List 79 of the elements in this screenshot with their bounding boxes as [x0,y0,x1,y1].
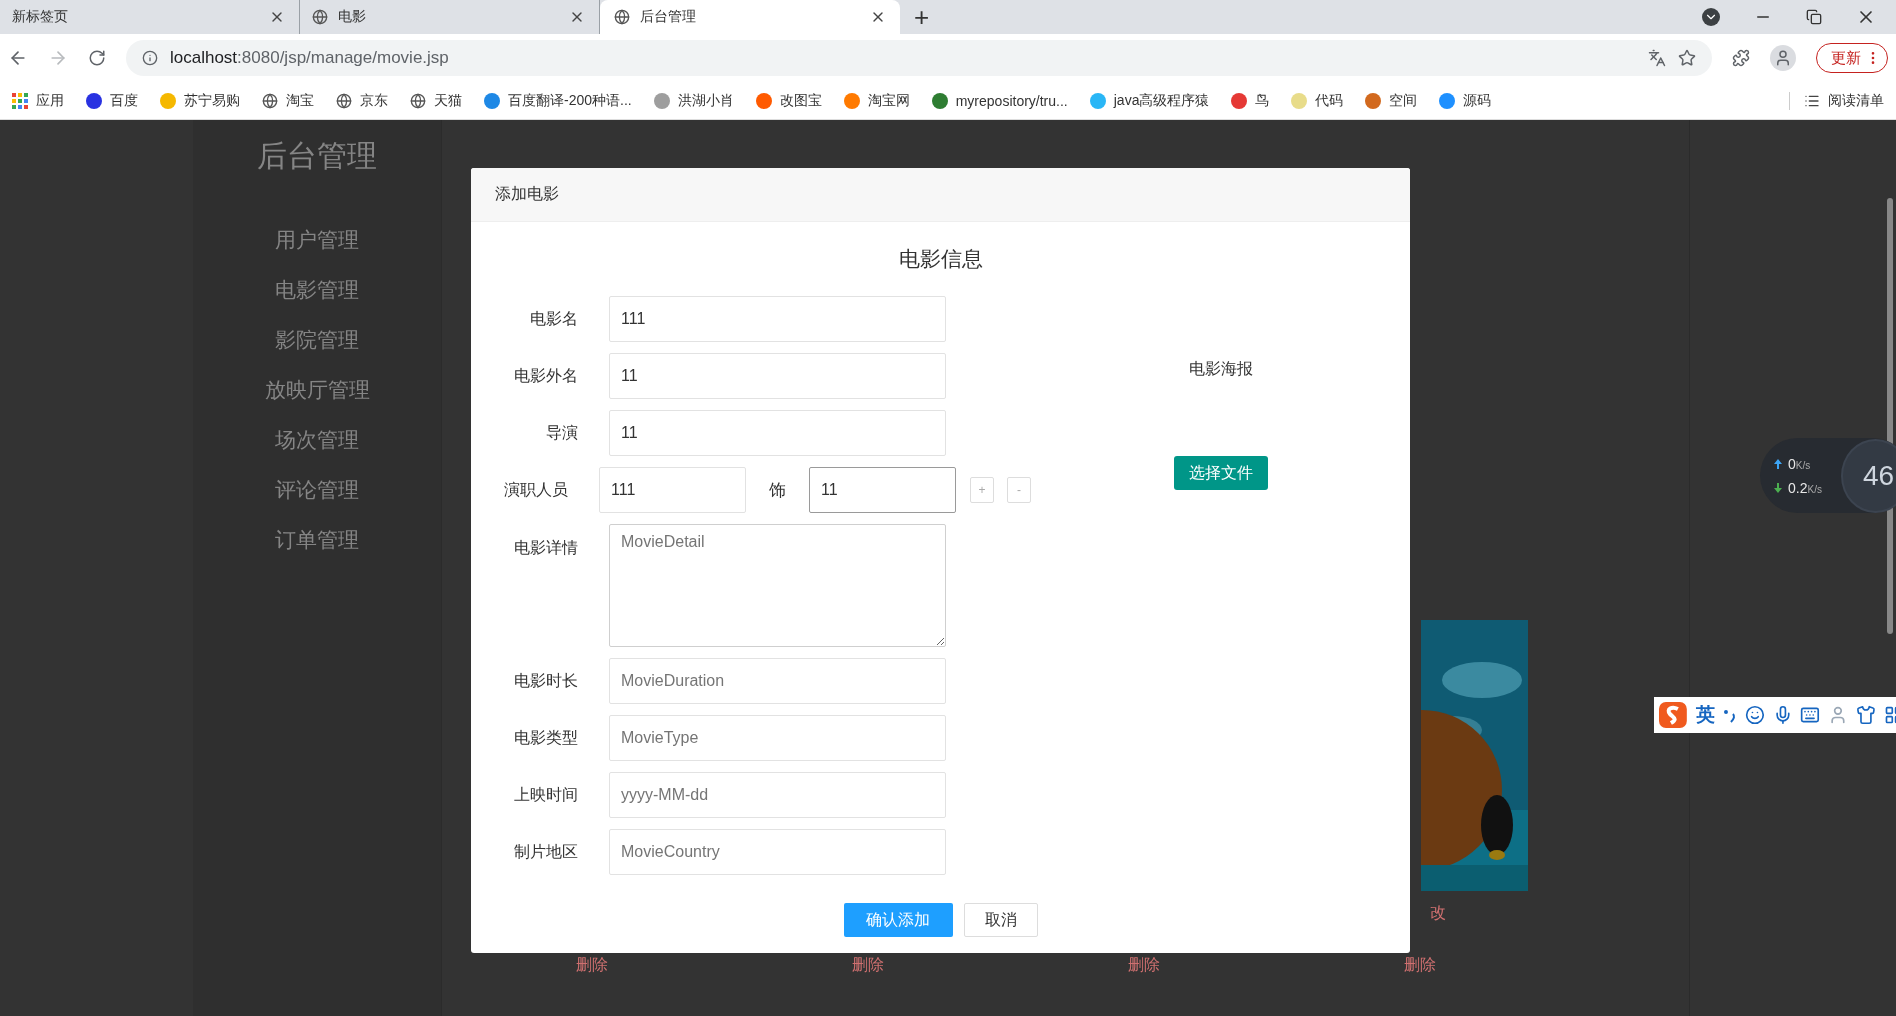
section-title: 电影信息 [897,246,984,272]
field-label: 电影时长 [513,670,578,691]
bookmark-link[interactable]: 苏宁易购 [184,91,240,110]
ime-logo-icon [1658,701,1688,729]
field-label: 电影类型 [513,727,578,748]
address-bar[interactable]: localhost:8080/jsp/manage/movie.jsp [126,40,1712,76]
cancel-button[interactable]: 取消 [963,903,1038,937]
reload-icon[interactable] [88,49,106,67]
download-arrow-icon [1774,482,1782,493]
edit-link[interactable]: 改 [1430,891,1446,935]
input-field[interactable]: MovieType [609,715,946,761]
field-label: 制片地区 [513,841,578,862]
avatar-icon[interactable] [1770,45,1796,71]
sidebar-item[interactable]: 影院管理 [275,315,359,365]
role-label: 饰 [769,479,786,502]
input-field[interactable]: 11 [609,353,946,399]
bookmark-link[interactable]: 源码 [1463,91,1492,110]
bookmark-link[interactable]: 百度 [110,91,138,110]
sidebar-item[interactable]: 电影管理 [275,265,359,315]
globe-icon [410,92,426,109]
delete-link[interactable]: 删除 [1404,945,1436,985]
info-icon[interactable] [142,50,158,66]
ime-mode[interactable]: 英 [1695,702,1715,728]
bookmark-link[interactable]: 代码 [1315,91,1344,110]
bookmark-link[interactable]: 淘宝 [286,91,314,110]
bookmark-link[interactable]: myrepository/tru... [955,92,1068,109]
input-field[interactable]: MovieCountry [609,829,946,875]
upload-speed: 0K/s [1788,455,1811,472]
bookmark-link[interactable]: 百度翻译-200种语... [508,91,632,110]
input-field[interactable]: yyyy-MM-dd [609,772,946,818]
shirt-icon[interactable] [1856,705,1877,725]
input-field[interactable]: 11 [809,467,956,513]
bookmark-link[interactable]: 淘宝网 [867,91,910,110]
field-label: 电影名 [529,308,578,329]
field-label: 导演 [545,422,578,443]
field-label: 上映时间 [513,784,578,805]
address-text: localhost:8080/jsp/manage/movie.jsp [170,48,450,68]
bookmark-link[interactable]: java高级程序猿 [1113,91,1210,110]
tab-search-icon[interactable] [1702,8,1720,26]
sidebar-item[interactable]: 放映厅管理 [264,365,370,415]
sidebar-item[interactable]: 场次管理 [275,415,359,465]
bookmark-link[interactable]: 天猫 [434,91,462,110]
field-label: 演职人员 [503,479,568,500]
sidebar-item[interactable]: 评论管理 [275,465,359,515]
extensions-icon[interactable] [1732,49,1750,67]
star-icon[interactable] [1678,49,1696,67]
input-field[interactable]: MovieDuration [609,658,946,704]
upload-arrow-icon [1774,458,1782,469]
update-button[interactable]: 更新 [1816,43,1888,73]
keyboard-icon[interactable] [1800,705,1821,725]
bookmark-link[interactable]: 洪湖小肖 [677,91,734,110]
globe-icon [336,92,352,109]
field-label: 电影详情 [513,538,578,558]
emoji-icon[interactable] [1744,705,1765,725]
restore-icon[interactable] [1806,9,1822,25]
text-area[interactable]: MovieDetail [609,524,946,647]
dialog-title: 添加电影 [471,168,1410,222]
bookmark-link[interactable]: 改图宝 [779,91,822,110]
input-field[interactable]: 111 [609,296,946,342]
sidebar-item[interactable]: 用户管理 [275,215,359,265]
translate-icon[interactable] [1648,49,1666,67]
poster-label: 电影海报 [1188,359,1253,379]
choose-file-button[interactable]: 选择文件 [1173,456,1268,490]
bookmark-link[interactable]: 京东 [360,91,388,110]
download-speed: 0.2K/s [1788,479,1822,496]
field-label: 电影外名 [513,365,578,386]
apps-icon [12,92,28,109]
browser-tab[interactable]: 后台管理 [600,0,900,34]
bookmark-link[interactable]: 鸟 [1255,91,1270,110]
input-field[interactable]: 11 [609,410,946,456]
new-tab-button[interactable]: + [914,0,930,34]
bookmark-link[interactable]: 空间 [1389,91,1418,110]
reading-list-link[interactable]: 阅读清单 [1828,91,1884,110]
load-reading: 46 [1861,459,1895,492]
sidebar-title: 后台管理 [257,138,377,174]
input-field[interactable]: 111 [599,467,746,513]
sidebar-item[interactable]: 订单管理 [275,515,359,565]
bookmark-link[interactable]: 应用 [36,91,64,110]
globe-icon [262,92,278,109]
